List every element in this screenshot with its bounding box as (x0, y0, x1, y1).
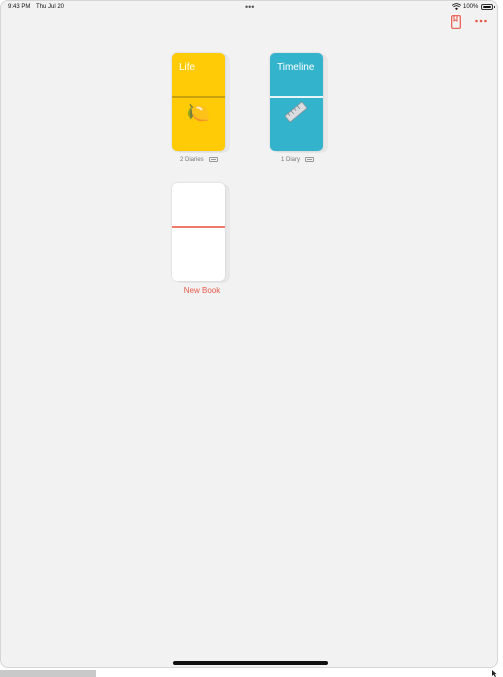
diary-count: 2 Diaries (180, 157, 204, 164)
cursor-icon (492, 670, 497, 677)
book-cover: Timeline (270, 53, 323, 151)
book-cover: Life 🍋 (172, 53, 225, 151)
book-caption-timeline: 1 Diary (281, 157, 315, 164)
book-life[interactable]: Life 🍋 (172, 53, 229, 152)
book-timeline[interactable]: Timeline (270, 53, 327, 152)
info-icon[interactable] (305, 157, 315, 162)
battery-percent: 100% (463, 4, 479, 10)
status-bar: 9:43 PM Thu Jul 20 ••• 100% (1, 1, 497, 15)
new-book-label[interactable]: New Book (172, 286, 232, 295)
book-band (172, 96, 225, 98)
horizontal-scrollbar[interactable] (0, 670, 96, 677)
status-date: Thu Jul 20 (36, 4, 65, 10)
lemon-icon: 🍋 (186, 103, 211, 124)
book-band (172, 226, 225, 228)
book-title: Life (179, 62, 196, 73)
home-indicator[interactable] (173, 661, 328, 665)
ruler-icon (285, 101, 307, 123)
book-caption-life: 2 Diaries (180, 157, 218, 163)
wifi-icon (452, 3, 461, 11)
book-cover (172, 183, 225, 281)
info-icon[interactable] (208, 157, 218, 162)
diary-count: 1 Diary (281, 157, 301, 164)
bookmark-icon[interactable] (451, 15, 461, 29)
more-icon[interactable] (474, 16, 488, 26)
ipad-screen: 9:43 PM Thu Jul 20 ••• 100% Life 🍋 2 Dia… (0, 0, 498, 668)
status-time: 9:43 PM (8, 4, 31, 10)
battery-icon (481, 4, 495, 10)
multitasking-dots[interactable]: ••• (245, 2, 254, 12)
book-title: Timeline (277, 62, 315, 73)
book-band (270, 96, 323, 98)
new-book-button[interactable] (172, 183, 229, 282)
